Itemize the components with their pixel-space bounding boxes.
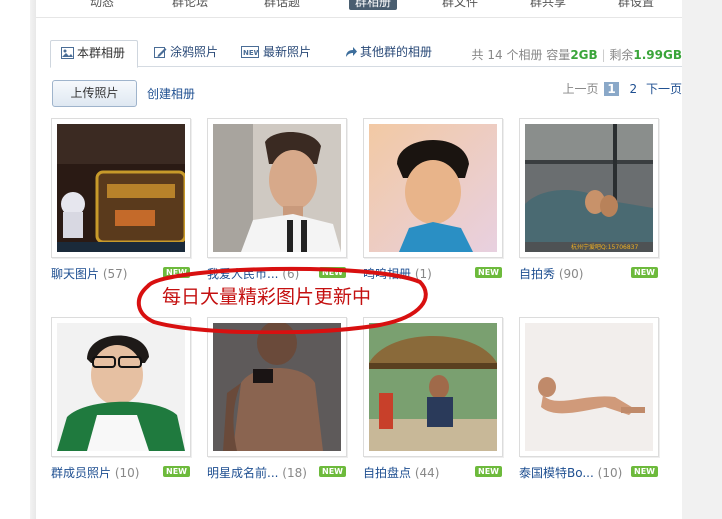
prev-page-link: 上一页 xyxy=(562,82,599,96)
album-photo-count: (90) xyxy=(558,267,584,281)
album-thumbnail[interactable] xyxy=(519,317,659,457)
stats-total-prefix: 共 xyxy=(471,48,484,62)
share-arrow-icon xyxy=(346,47,357,57)
stats-capacity-value: 2GB xyxy=(570,48,598,62)
album-photo-count: (44) xyxy=(414,466,440,480)
stats-total-count: 14 xyxy=(487,48,503,62)
album-title[interactable]: 聊天图片 (57) xyxy=(51,265,127,282)
album-thumbnail[interactable]: 杭州宁爱吧Q:15706837 xyxy=(519,118,659,258)
topnav-item-topic[interactable]: 群话题 xyxy=(264,0,300,10)
new-icon: NEW xyxy=(241,46,259,58)
new-badge: NEW xyxy=(475,267,502,278)
album-tabs: 本群相册 涂鸦照片 NEW 最新照片 其他群的相册 共 14 个相册 容量2GB… xyxy=(50,40,683,68)
album-title[interactable]: 泰国模特Bo... (10) xyxy=(519,464,622,481)
album-name-text: 自拍秀 xyxy=(519,267,556,281)
stats-total-suffix: 个相册 xyxy=(506,48,543,62)
album-cover-image xyxy=(57,124,185,252)
upload-photo-button[interactable]: 上传照片 xyxy=(52,80,137,107)
album-watermark-text: 杭州宁爱吧Q:15706837 xyxy=(571,244,639,251)
promo-annotation: 每日大量精彩图片更新中 xyxy=(134,262,434,334)
new-badge: NEW xyxy=(475,466,502,477)
new-badge: NEW xyxy=(631,267,658,278)
current-page: 1 xyxy=(604,81,619,96)
topnav-item-forum[interactable]: 群论坛 xyxy=(172,0,208,10)
album-icon xyxy=(61,47,74,59)
stats-remaining-value: 1.99GB xyxy=(633,48,682,62)
topnav-item-feed[interactable]: 动态 xyxy=(90,0,114,10)
album-title[interactable]: 自拍秀 (90) xyxy=(519,265,583,282)
svg-text:NEW: NEW xyxy=(243,49,259,57)
album-title[interactable]: 自拍盘点 (44) xyxy=(363,464,439,481)
tab-label: 本群相册 xyxy=(77,46,126,60)
album-thumbnail[interactable] xyxy=(51,317,191,457)
album-thumbnail[interactable] xyxy=(207,317,347,457)
album-thumbnail[interactable] xyxy=(363,317,503,457)
new-badge: NEW xyxy=(163,466,190,477)
album-name-text: 聊天图片 xyxy=(51,267,100,281)
tab-label: 最新照片 xyxy=(263,45,312,59)
album-name-text: 自拍盘点 xyxy=(363,466,412,480)
album-cover-image: 杭州宁爱吧Q:15706837 xyxy=(525,124,653,252)
topnav-item-files[interactable]: 群文件 xyxy=(442,0,478,10)
tab-doodle-photos[interactable]: 涂鸦照片 xyxy=(148,40,218,67)
album-cover-image xyxy=(57,323,185,451)
album-cover-image xyxy=(213,323,341,451)
album-name-text: 明星成名前... xyxy=(207,466,279,480)
promo-text: 每日大量精彩图片更新中 xyxy=(162,286,372,308)
album-thumbnail[interactable] xyxy=(207,118,347,258)
album-title[interactable]: 明星成名前... (18) xyxy=(207,464,307,481)
album-photo-count: (10) xyxy=(114,466,140,480)
album-cover-image xyxy=(213,124,341,252)
album-cover-image xyxy=(369,323,497,451)
album-name-text: 群成员照片 xyxy=(51,466,112,480)
pagination: 上一页 1 2 下一页 xyxy=(562,80,682,98)
album-page: 动态 群论坛 群话题 群相册 群文件 群共享 群设置 本群相册 涂鸦照片 NEW… xyxy=(36,0,682,519)
group-top-nav: 动态 群论坛 群话题 群相册 群文件 群共享 群设置 xyxy=(36,0,682,18)
topnav-item-share[interactable]: 群共享 xyxy=(530,0,566,10)
album-cover-image xyxy=(525,323,653,451)
next-page-link[interactable]: 下一页 xyxy=(646,80,682,97)
tab-other-group-albums[interactable]: 其他群的相册 xyxy=(338,40,432,67)
new-badge: NEW xyxy=(319,466,346,477)
topnav-item-album[interactable]: 群相册 xyxy=(349,0,398,10)
page-right-margin xyxy=(682,0,722,519)
pencil-icon xyxy=(154,47,167,58)
album-thumbnail[interactable] xyxy=(363,118,503,258)
topnav-item-settings[interactable]: 群设置 xyxy=(618,0,654,10)
album-thumbnail[interactable] xyxy=(51,118,191,258)
album-photo-count: (18) xyxy=(282,466,307,480)
album-name-text: 泰国模特Bo... xyxy=(519,466,594,480)
tab-label: 涂鸦照片 xyxy=(170,45,219,59)
stats-capacity-label: 容量 xyxy=(546,48,571,62)
album-photo-count: (10) xyxy=(597,466,623,480)
album-title[interactable]: 群成员照片 (10) xyxy=(51,464,139,481)
stats-remaining-label: 剩余 xyxy=(609,48,634,62)
page-2-link[interactable]: 2 xyxy=(630,82,638,96)
album-stats: 共 14 个相册 容量2GB | 剩余1.99GB xyxy=(471,48,683,62)
album-photo-count: (57) xyxy=(102,267,128,281)
create-album-link[interactable]: 创建相册 xyxy=(147,85,195,102)
album-cover-image xyxy=(369,124,497,252)
tab-latest-photos[interactable]: NEW 最新照片 xyxy=(241,40,311,67)
tab-label: 其他群的相册 xyxy=(360,45,433,59)
new-badge: NEW xyxy=(631,466,658,477)
tab-group-albums[interactable]: 本群相册 xyxy=(50,40,139,68)
